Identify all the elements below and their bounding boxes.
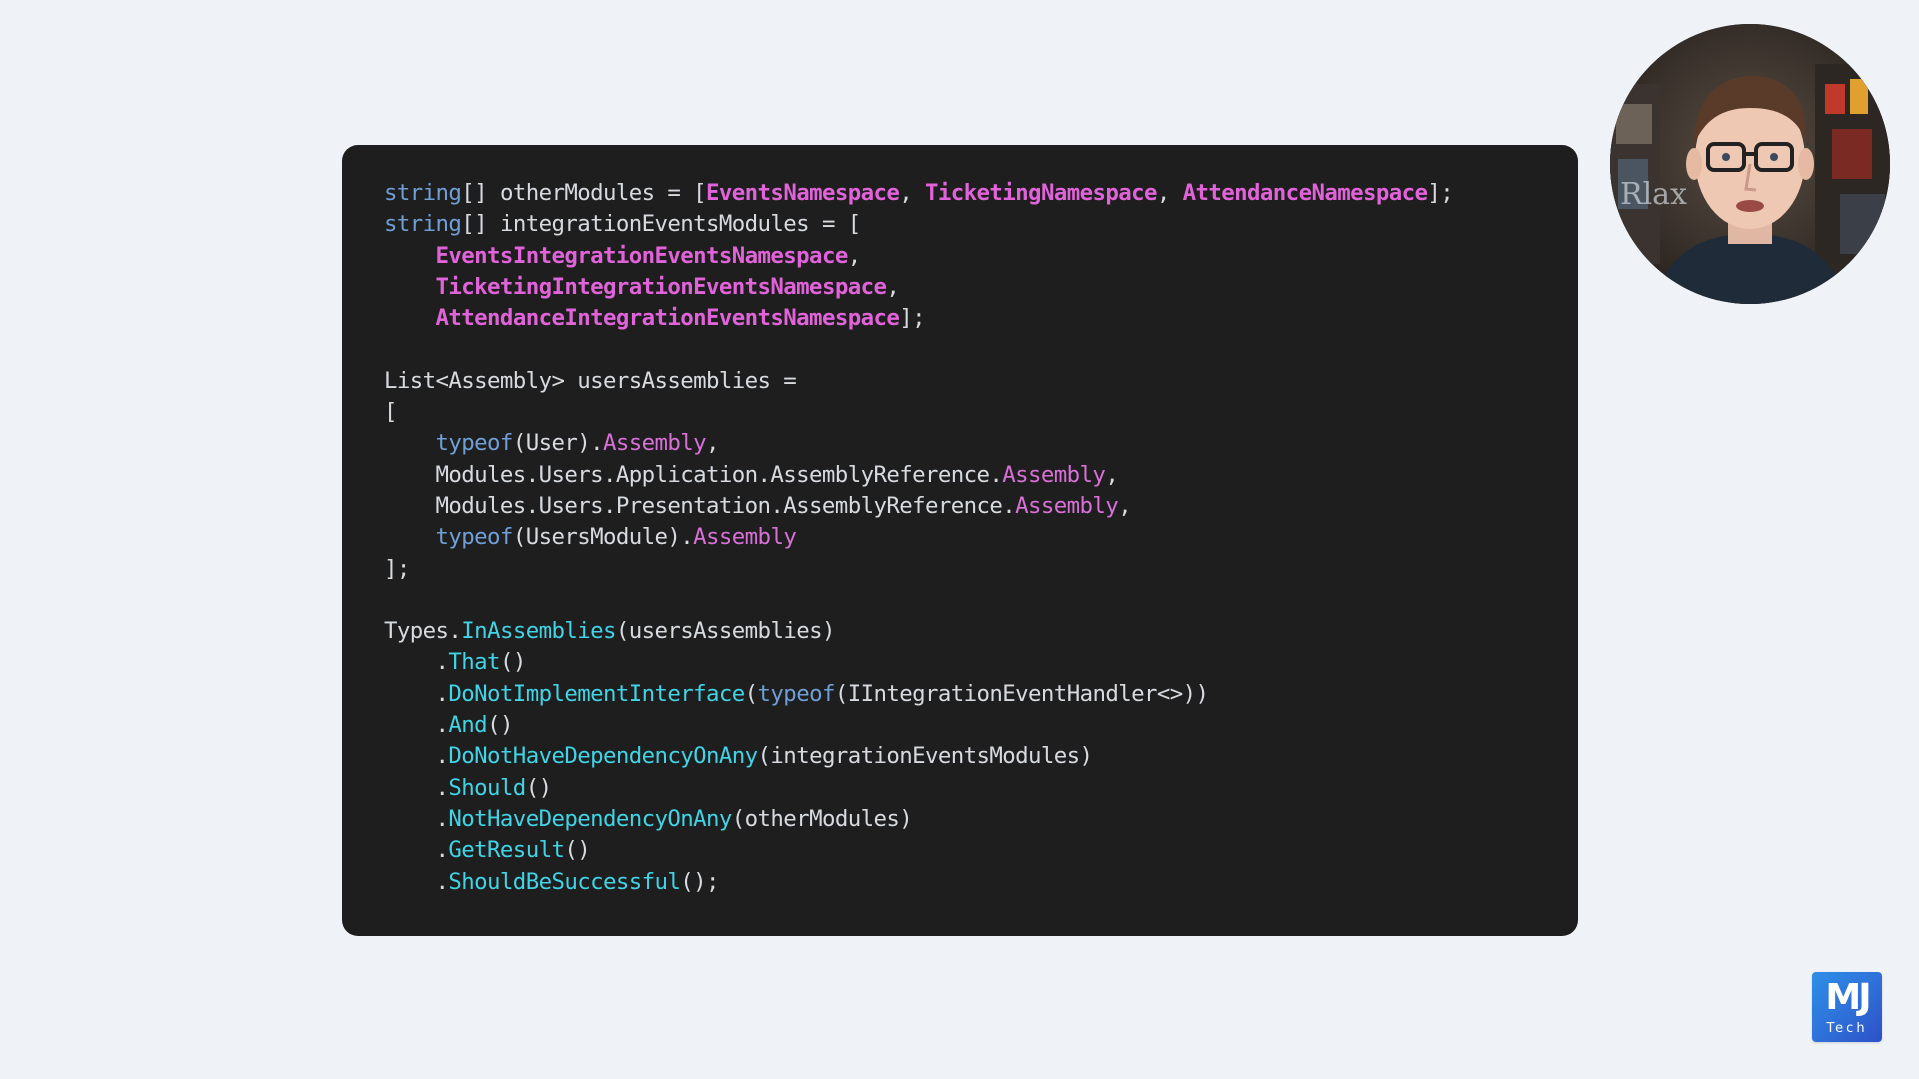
code-token-txt: ,: [847, 242, 861, 269]
code-token-txt: ];: [384, 555, 410, 582]
code-token-prop: Assembly: [1002, 461, 1106, 488]
code-line: List<Assembly> usersAssemblies =: [384, 366, 1578, 397]
code-token-meth: ShouldBeSuccessful: [448, 868, 681, 895]
code-token-kw: typeof: [757, 680, 836, 707]
code-token-ns: AttendanceNamespace: [1182, 180, 1428, 206]
code-token-meth: And: [448, 712, 488, 739]
code-token-txt: Modules.Users.Presentation.AssemblyRefer…: [384, 492, 1016, 519]
code-token-meth: DoNotHaveDependencyOnAny: [448, 743, 758, 770]
mj-tech-logo: MJ Tech: [1812, 972, 1882, 1042]
code-token-txt: (: [744, 680, 758, 707]
code-line: .ShouldBeSuccessful();: [384, 867, 1578, 898]
code-line: [: [384, 397, 1578, 428]
code-token-meth: GetResult: [448, 837, 565, 864]
code-token-txt: ,: [1156, 180, 1183, 206]
code-token-txt: ];: [899, 305, 925, 332]
code-token-prop: Assembly: [603, 430, 707, 457]
code-line: .DoNotImplementInterface(typeof(IIntegra…: [384, 679, 1578, 710]
code-token-kw: typeof: [435, 524, 514, 551]
code-token-txt: ,: [1118, 492, 1132, 519]
code-token-ns: EventsNamespace: [706, 180, 900, 206]
code-token-txt: [: [384, 399, 397, 426]
code-token-txt: [] otherModules = [: [461, 180, 707, 206]
code-token-txt: List<Assembly> usersAssemblies =: [384, 367, 797, 394]
code-token-kw: string: [384, 211, 462, 238]
code-token-prop: Assembly: [1015, 492, 1119, 519]
svg-text:Rlax: Rlax: [1620, 177, 1687, 212]
code-token-txt: .: [384, 837, 449, 864]
code-line: .NotHaveDependencyOnAny(otherModules): [384, 804, 1578, 835]
code-token-txt: (): [525, 774, 552, 801]
code-token-txt: .: [384, 774, 449, 801]
code-token-txt: (IIntegrationEventHandler<>)): [834, 680, 1209, 707]
code-token-meth: Should: [448, 774, 526, 801]
code-token-txt: .: [384, 868, 449, 895]
code-token-meth: That: [448, 649, 500, 676]
code-token-kw: string: [384, 180, 462, 206]
code-token-txt: ,: [886, 273, 900, 300]
code-token-txt: (): [564, 837, 591, 864]
code-token-txt: (otherModules): [731, 805, 913, 832]
code-line: ];: [384, 554, 1578, 585]
code-line: TicketingIntegrationEventsNamespace,: [384, 272, 1578, 303]
code-block: string[] otherModules = [EventsNamespace…: [384, 178, 1578, 898]
code-line: EventsIntegrationEventsNamespace,: [384, 241, 1578, 272]
code-line: .That(): [384, 647, 1578, 678]
code-token-txt: .: [384, 680, 449, 707]
logo-mark: MJ: [1825, 977, 1871, 1018]
code-token-txt: (): [499, 649, 526, 676]
code-token-meth: InAssemblies: [461, 618, 616, 645]
code-token-txt: ,: [1105, 461, 1119, 488]
presenter-webcam: Rlax: [1610, 24, 1890, 304]
code-token-ns: TicketingNamespace: [925, 180, 1157, 206]
code-line: .Should(): [384, 773, 1578, 804]
code-token-ns: AttendanceIntegrationEventsNamespace: [435, 305, 900, 332]
code-line: typeof(UsersModule).Assembly: [384, 522, 1578, 553]
code-line: Types.InAssemblies(usersAssemblies): [384, 616, 1578, 647]
code-token-txt: .: [384, 649, 449, 676]
code-token-txt: ,: [706, 430, 719, 457]
code-token-txt: [] integrationEventsModules = [: [461, 211, 861, 238]
code-token-txt: .: [384, 805, 449, 832]
code-token-txt: (): [487, 712, 513, 739]
code-line: .GetResult(): [384, 835, 1578, 866]
code-line: string[] otherModules = [EventsNamespace…: [384, 178, 1578, 209]
code-token-ns: TicketingIntegrationEventsNamespace: [435, 273, 887, 300]
code-token-txt: ();: [680, 868, 719, 895]
code-line: Modules.Users.Presentation.AssemblyRefer…: [384, 491, 1578, 522]
code-line: string[] integrationEventsModules = [: [384, 209, 1578, 240]
code-token-txt: ,: [899, 180, 926, 206]
code-token-ns: EventsIntegrationEventsNamespace: [435, 242, 849, 269]
slide-canvas: string[] otherModules = [EventsNamespace…: [0, 0, 1919, 1079]
code-line: .DoNotHaveDependencyOnAny(integrationEve…: [384, 741, 1578, 772]
code-token-meth: NotHaveDependencyOnAny: [448, 805, 732, 832]
code-token-prop: Assembly: [693, 524, 797, 551]
code-token-meth: DoNotImplementInterface: [448, 680, 745, 707]
code-token-txt: (User).: [512, 430, 604, 457]
code-token-txt: .: [384, 712, 449, 739]
code-token-txt: Modules.Users.Application.AssemblyRefere…: [384, 461, 1003, 488]
presenter-avatar-icon: Rlax: [1610, 24, 1890, 304]
code-line: .And(): [384, 710, 1578, 741]
code-line: Modules.Users.Application.AssemblyRefere…: [384, 460, 1578, 491]
code-line: AttendanceIntegrationEventsNamespace];: [384, 303, 1578, 334]
code-line: typeof(User).Assembly,: [384, 428, 1578, 459]
code-token-txt: (usersAssemblies): [615, 618, 836, 645]
code-token-kw: typeof: [435, 430, 514, 457]
code-token-txt: .: [384, 743, 449, 770]
logo-subtitle: Tech: [1826, 1021, 1868, 1036]
code-token-txt: Types.: [384, 618, 462, 645]
code-token-txt: ];: [1427, 180, 1454, 206]
code-snippet-panel: string[] otherModules = [EventsNamespace…: [342, 145, 1578, 936]
code-token-txt: (integrationEventsModules): [757, 743, 1093, 770]
code-token-txt: (UsersModule).: [512, 524, 694, 551]
